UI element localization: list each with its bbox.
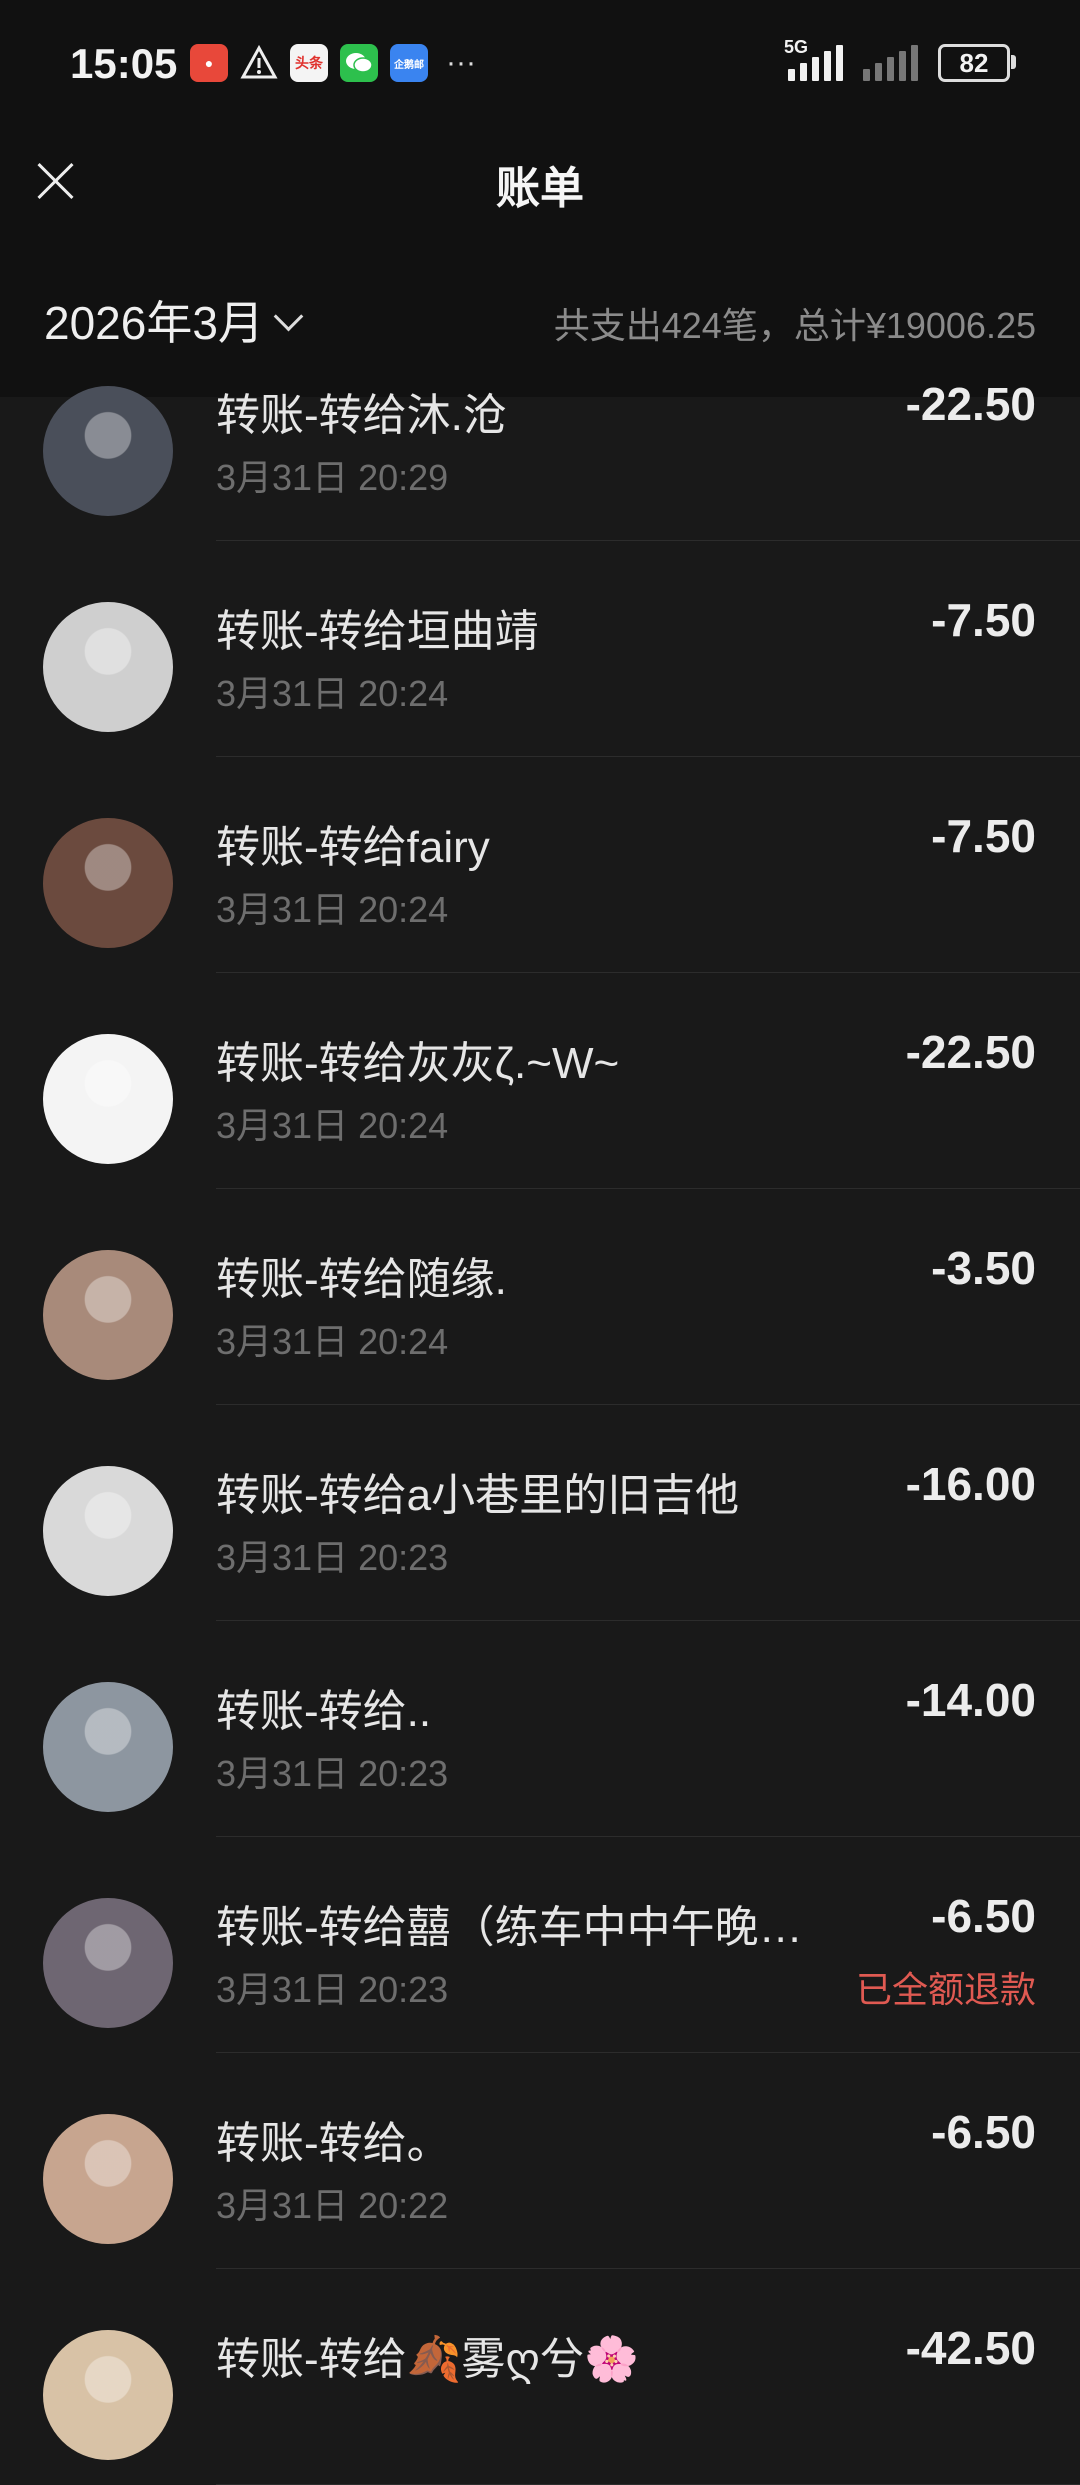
wechat-icon: [340, 44, 378, 82]
refund-status: 已全额退款: [855, 1969, 1036, 2010]
transaction-time: 3月31日 20:24: [216, 889, 449, 930]
transaction-time: 3月31日 20:29: [216, 457, 449, 498]
transaction-time: 3月31日 20:22: [216, 2185, 449, 2226]
avatar: [43, 1034, 173, 1164]
status-indicators: 5G 82: [784, 37, 1016, 82]
transaction-amount: -7.50: [931, 810, 1036, 862]
notification-icons: ● 头条 企鹅邮 ···: [190, 44, 476, 82]
transaction-time: 3月31日 20:24: [216, 673, 449, 714]
avatar: [43, 2330, 173, 2460]
toutiao-icon: 头条: [290, 44, 328, 82]
signal-5g-icon: 5G: [784, 37, 843, 81]
transaction-row[interactable]: 转账-转给灰灰ζ.~W~ 3月31日 20:24 -22.50: [0, 973, 1080, 1189]
app-icon-red: ●: [190, 44, 228, 82]
warning-icon: [240, 44, 278, 82]
transaction-amount: -14.00: [905, 1674, 1036, 1726]
transaction-title: 转账-转给垣曲靖: [216, 607, 539, 656]
transaction-time: 3月31日 20:24: [216, 1105, 449, 1146]
transaction-row[interactable]: 转账-转给fairy 3月31日 20:24 -7.50: [0, 757, 1080, 973]
avatar: [43, 2114, 173, 2244]
page-title: 账单: [496, 164, 584, 213]
transaction-row[interactable]: 转账-转给垣曲靖 3月31日 20:24 -7.50: [0, 541, 1080, 757]
status-time: 15:05: [70, 40, 178, 87]
transaction-title: 转账-转给沐.沧: [216, 391, 507, 440]
signal-sim2-icon: [863, 45, 918, 81]
transaction-amount: -22.50: [905, 1026, 1036, 1078]
transaction-row[interactable]: 转账-转给沐.沧 3月31日 20:29 -22.50: [0, 325, 1080, 541]
avatar: [43, 1466, 173, 1596]
transaction-row[interactable]: 转账-转给.. 3月31日 20:23 -14.00: [0, 1621, 1080, 1837]
transaction-amount: -42.50: [905, 2322, 1036, 2374]
qiyeweixin-icon: 企鹅邮: [390, 44, 428, 82]
transaction-title: 转账-转给🍂雾ღ兮🌸: [216, 2335, 639, 2384]
avatar: [43, 818, 173, 948]
avatar: [43, 1898, 173, 2028]
transaction-amount: -3.50: [931, 1242, 1036, 1294]
transaction-time: 3月31日 20:23: [216, 1969, 449, 2010]
avatar: [43, 386, 173, 516]
battery-level: 82: [959, 47, 989, 78]
transaction-title: 转账-转给灰灰ζ.~W~: [216, 1039, 620, 1088]
transaction-title: 转账-转给囍（练车中中午晚…: [216, 1903, 803, 1952]
transaction-title: 转账-转给a小巷里的旧吉他: [216, 1471, 740, 1520]
transaction-amount: -22.50: [905, 378, 1036, 430]
avatar: [43, 1682, 173, 1812]
more-notifications-icon: ···: [446, 46, 476, 79]
transaction-title: 转账-转给fairy: [216, 823, 490, 872]
transaction-amount: -6.50: [931, 2106, 1036, 2158]
nav-bar: 账单: [0, 130, 1080, 246]
battery-icon: 82: [938, 44, 1016, 82]
transaction-row[interactable]: 转账-转给🍂雾ღ兮🌸 -42.50: [0, 2269, 1080, 2485]
transaction-amount: -16.00: [905, 1458, 1036, 1510]
transaction-row[interactable]: 转账-转给a小巷里的旧吉他 3月31日 20:23 -16.00: [0, 1405, 1080, 1621]
transaction-amount: -7.50: [931, 594, 1036, 646]
transaction-time: 3月31日 20:23: [216, 1753, 449, 1794]
transaction-time: 3月31日 20:23: [216, 1537, 449, 1578]
status-bar: 15:05 ● 头条 企鹅邮 ··· 5G 82: [0, 0, 1080, 130]
avatar: [43, 1250, 173, 1380]
transaction-row[interactable]: 转账-转给囍（练车中中午晚… 3月31日 20:23 -6.50 已全额退款: [0, 1837, 1080, 2053]
transaction-title: 转账-转给随缘.: [216, 1255, 507, 1304]
transaction-amount: -6.50: [931, 1890, 1036, 1942]
avatar: [43, 602, 173, 732]
transaction-row[interactable]: 转账-转给随缘. 3月31日 20:24 -3.50: [0, 1189, 1080, 1405]
transaction-title: 转账-转给。: [216, 2119, 451, 2168]
transaction-title: 转账-转给..: [216, 1687, 432, 1736]
transaction-time: 3月31日 20:24: [216, 1321, 449, 1362]
transaction-row[interactable]: 转账-转给。 3月31日 20:22 -6.50: [0, 2053, 1080, 2269]
